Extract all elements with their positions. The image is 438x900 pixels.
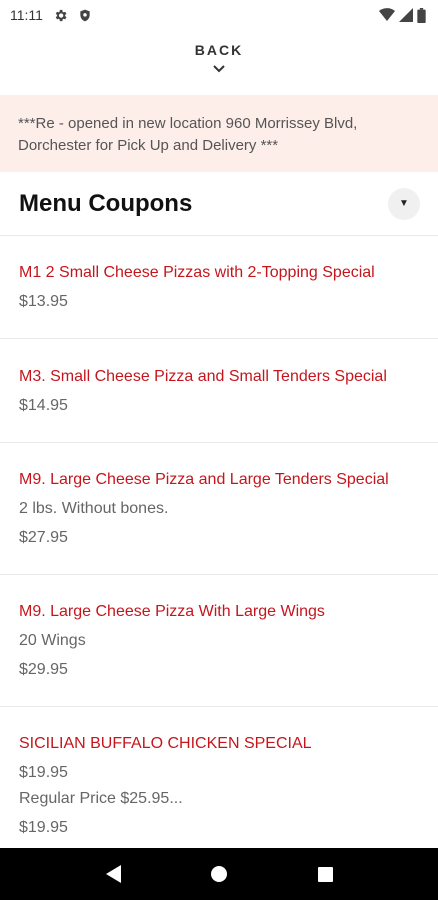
- coupon-list: M1 2 Small Cheese Pizzas with 2-Topping …: [0, 236, 438, 867]
- back-label: BACK: [194, 42, 244, 58]
- coupon-title: M9. Large Cheese Pizza and Large Tenders…: [19, 471, 389, 488]
- system-nav-bar: [0, 848, 438, 900]
- status-time: 11:11: [10, 7, 43, 23]
- status-right: [379, 7, 426, 23]
- coupon-price: $19.95: [19, 819, 68, 836]
- coupon-price: $14.95: [19, 397, 68, 414]
- recents-square-icon[interactable]: [305, 854, 345, 894]
- battery-icon: [417, 7, 426, 23]
- coupon-title: SICILIAN BUFFALO CHICKEN SPECIAL: [19, 735, 312, 752]
- coupon-price: $27.95: [19, 529, 68, 546]
- status-bar: 11:11: [0, 0, 438, 30]
- coupon-item[interactable]: M3. Small Cheese Pizza and Small Tenders…: [0, 339, 438, 443]
- back-triangle-icon[interactable]: [93, 854, 133, 894]
- coupon-title: M3. Small Cheese Pizza and Small Tenders…: [19, 368, 387, 385]
- signal-icon: [399, 8, 413, 22]
- coupon-title: M1 2 Small Cheese Pizzas with 2-Topping …: [19, 264, 375, 281]
- announcement-banner: ***Re - opened in new location 960 Morri…: [0, 95, 438, 172]
- shield-icon: [78, 8, 92, 23]
- coupon-description: 2 lbs. Without bones.: [19, 500, 169, 517]
- gear-icon: [53, 8, 68, 23]
- wifi-icon: [379, 8, 395, 22]
- back-button[interactable]: BACK: [0, 42, 438, 82]
- collapse-toggle-button[interactable]: ▼: [388, 187, 420, 220]
- status-left: 11:11: [10, 7, 92, 23]
- coupon-price: $19.95: [19, 764, 68, 781]
- coupon-item[interactable]: M9. Large Cheese Pizza and Large Tenders…: [0, 443, 438, 575]
- coupon-item[interactable]: SICILIAN BUFFALO CHICKEN SPECIAL $19.95 …: [0, 707, 438, 867]
- coupon-title: M9. Large Cheese Pizza With Large Wings: [19, 603, 325, 620]
- coupon-description: 20 Wings: [19, 632, 86, 649]
- coupon-item[interactable]: M9. Large Cheese Pizza With Large Wings …: [0, 575, 438, 707]
- section-title: Menu Coupons: [19, 189, 193, 217]
- home-circle-icon[interactable]: [199, 854, 239, 894]
- section-header: Menu Coupons ▼: [0, 172, 438, 236]
- coupon-regular-price: Regular Price $25.95...: [19, 790, 183, 807]
- chevron-down-icon: [213, 60, 225, 78]
- coupon-price: $29.95: [19, 661, 68, 678]
- coupon-price: $13.95: [19, 293, 68, 310]
- coupon-item[interactable]: M1 2 Small Cheese Pizzas with 2-Topping …: [0, 236, 438, 339]
